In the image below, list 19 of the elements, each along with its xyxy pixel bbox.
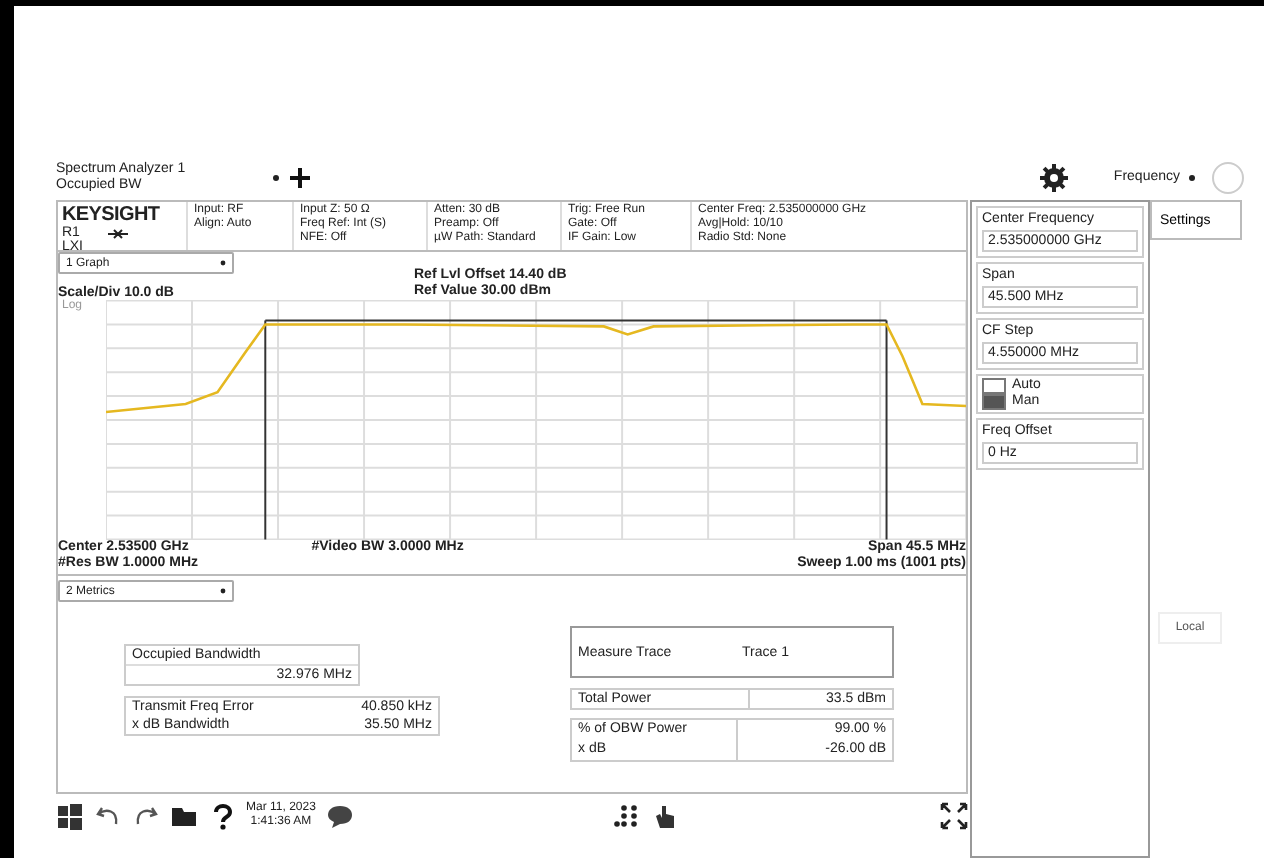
help-icon[interactable] <box>208 802 236 830</box>
dropdown-dot-icon[interactable] <box>272 173 280 181</box>
hand-icon[interactable] <box>651 802 680 830</box>
undo-icon[interactable] <box>94 802 122 830</box>
dropdown-dot-icon[interactable] <box>1188 173 1196 181</box>
settings-icon[interactable] <box>1037 161 1070 193</box>
add-icon[interactable] <box>288 165 312 189</box>
fullscreen-icon[interactable] <box>940 802 969 830</box>
dropdown-dot-icon <box>220 588 226 594</box>
radio-toggle[interactable] <box>982 378 1006 394</box>
folder-icon[interactable] <box>170 802 198 830</box>
radio-toggle[interactable] <box>982 394 1006 410</box>
windows-icon[interactable] <box>56 802 84 830</box>
chat-bubble-icon[interactable] <box>325 802 354 830</box>
redo-icon[interactable] <box>132 802 160 830</box>
brand-logo: KEYSIGHT <box>62 204 162 226</box>
dropdown-dot-icon <box>220 260 226 266</box>
arrows-icon <box>107 227 128 239</box>
keypad-icon[interactable] <box>613 802 642 830</box>
